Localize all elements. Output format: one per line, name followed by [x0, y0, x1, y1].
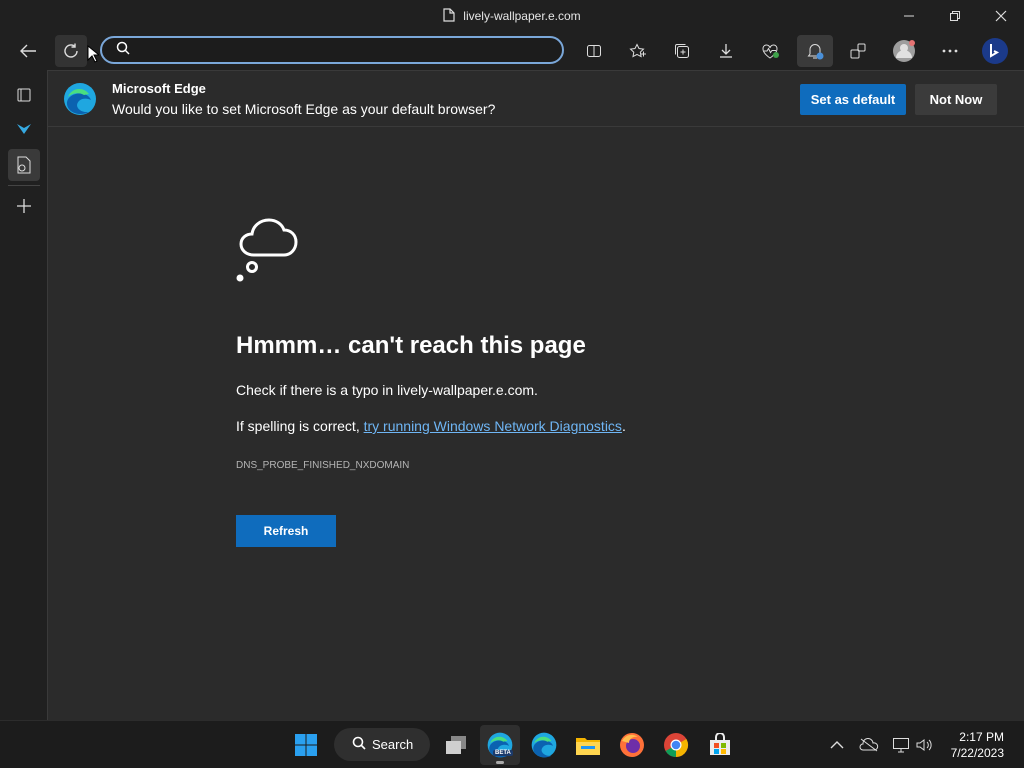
- edge-beta-taskbar-icon[interactable]: BETA: [480, 725, 520, 765]
- network-diagnostics-link[interactable]: try running Windows Network Diagnostics: [364, 418, 622, 434]
- vertical-sidebar: [0, 70, 48, 720]
- page-icon: [443, 7, 455, 25]
- taskbar-search-label: Search: [372, 737, 414, 752]
- sidebar-divider: [8, 185, 40, 186]
- notifications-button[interactable]: [797, 35, 833, 67]
- title-bar: lively-wallpaper.e.com: [0, 0, 1024, 32]
- error-code: DNS_PROBE_FINISHED_NXDOMAIN: [236, 460, 410, 471]
- system-clock[interactable]: 2:17 PM 7/22/2023: [951, 729, 1004, 761]
- new-tab-icon[interactable]: [8, 190, 40, 222]
- bing-copilot-button[interactable]: [979, 35, 1011, 67]
- network-icon[interactable]: [889, 733, 913, 757]
- microsoft-store-icon[interactable]: [700, 725, 740, 765]
- more-options-icon[interactable]: [934, 35, 966, 67]
- search-icon: [116, 41, 130, 60]
- page-content: Hmmm… can't reach this page Check if the…: [48, 127, 1024, 720]
- diagnostics-prefix: If spelling is correct,: [236, 418, 364, 434]
- tab-actions-icon[interactable]: [8, 79, 40, 111]
- app-tab-icon[interactable]: [8, 113, 40, 145]
- taskbar: Search BETA 2:17 PM 7/22/2023: [0, 720, 1024, 768]
- extensions-button[interactable]: [842, 35, 874, 67]
- back-button[interactable]: [12, 35, 44, 67]
- error-title: Hmmm… can't reach this page: [236, 332, 586, 359]
- reload-button[interactable]: [55, 35, 87, 67]
- window-title: lively-wallpaper.e.com: [0, 0, 1024, 32]
- diagnostics-suffix: .: [621, 418, 626, 434]
- browser-essentials-button[interactable]: [754, 35, 786, 67]
- clock-time: 2:17 PM: [959, 730, 1004, 744]
- refresh-button[interactable]: Refresh: [236, 515, 336, 547]
- infobar-message: Would you like to set Microsoft Edge as …: [112, 101, 496, 117]
- not-now-button[interactable]: Not Now: [915, 84, 997, 115]
- typo-hint: Check if there is a typo in lively-wallp…: [236, 382, 538, 398]
- show-hidden-icons-icon[interactable]: [825, 733, 849, 757]
- chrome-icon[interactable]: [656, 725, 696, 765]
- split-screen-button[interactable]: [578, 35, 610, 67]
- active-tab-icon[interactable]: [8, 149, 40, 181]
- volume-icon[interactable]: [912, 733, 936, 757]
- profile-avatar[interactable]: [888, 35, 920, 67]
- clock-date: 7/22/2023: [950, 746, 1004, 760]
- beta-badge: BETA: [493, 750, 513, 756]
- firefox-icon[interactable]: [612, 725, 652, 765]
- mouse-cursor-icon: [87, 44, 101, 68]
- task-view-icon[interactable]: [436, 725, 476, 765]
- favorites-button[interactable]: [622, 35, 654, 67]
- file-explorer-icon[interactable]: [568, 725, 608, 765]
- default-browser-infobar: Microsoft Edge Would you like to set Mic…: [48, 70, 1024, 127]
- diagnostics-hint: If spelling is correct, try running Wind…: [236, 418, 626, 434]
- browser-toolbar: [0, 32, 1024, 70]
- collections-button[interactable]: [666, 35, 698, 67]
- close-button[interactable]: [978, 0, 1024, 32]
- onedrive-offline-icon[interactable]: [857, 733, 881, 757]
- minimize-button[interactable]: [886, 0, 932, 32]
- downloads-button[interactable]: [710, 35, 742, 67]
- edge-taskbar-icon[interactable]: [524, 725, 564, 765]
- address-input[interactable]: [138, 41, 542, 59]
- taskbar-search[interactable]: Search: [334, 728, 430, 761]
- window-title-text: lively-wallpaper.e.com: [463, 9, 581, 23]
- edge-logo-icon: [63, 82, 97, 121]
- start-button[interactable]: [286, 725, 326, 765]
- address-bar[interactable]: [100, 36, 564, 64]
- search-icon: [352, 736, 366, 753]
- restore-button[interactable]: [932, 0, 978, 32]
- infobar-title: Microsoft Edge: [112, 81, 206, 96]
- set-as-default-button[interactable]: Set as default: [800, 84, 906, 115]
- thought-cloud-icon: [234, 209, 314, 292]
- active-app-indicator: [496, 761, 504, 764]
